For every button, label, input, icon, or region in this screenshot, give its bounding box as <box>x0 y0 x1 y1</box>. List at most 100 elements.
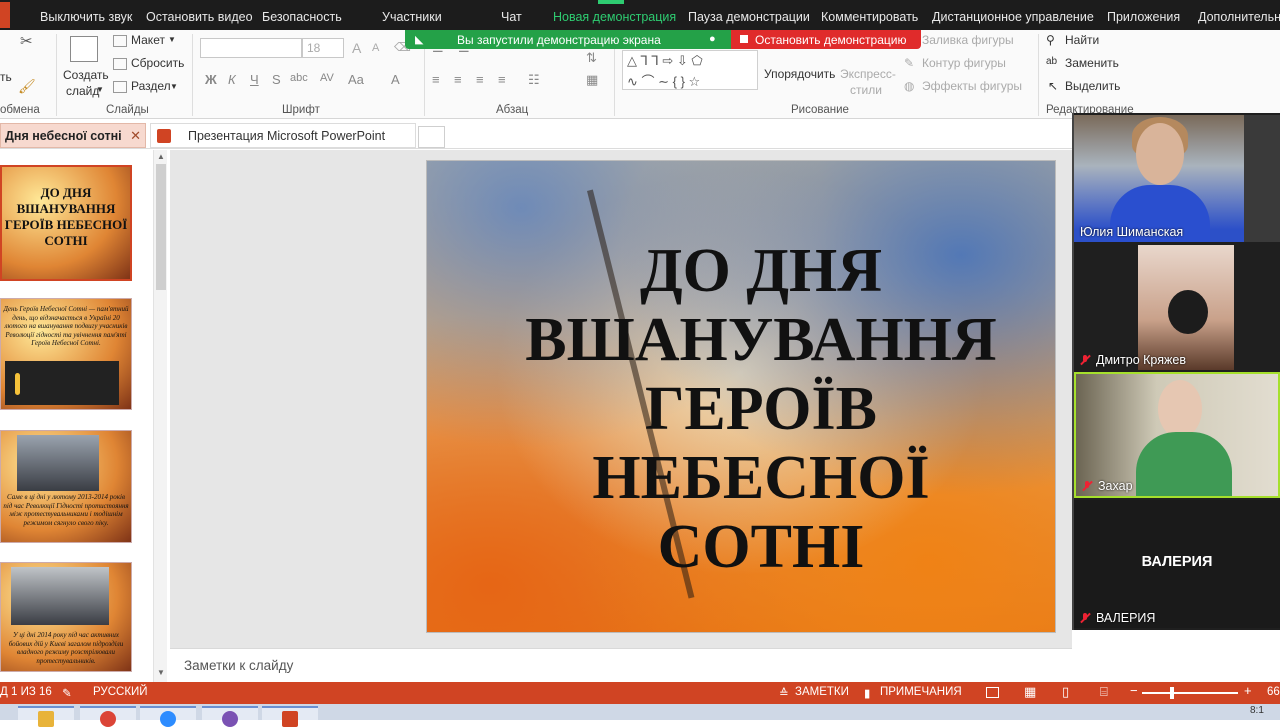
taskbar-chrome[interactable] <box>80 706 136 727</box>
current-slide[interactable]: ДО ДНЯ ВШАНУВАННЯ ГЕРОЇВ НЕБЕСНОЇ СОТНІ <box>426 160 1056 633</box>
arrange-button[interactable]: Упорядочить <box>764 67 835 81</box>
spellcheck-icon[interactable]: ✎ <box>62 686 72 700</box>
notes-pane[interactable]: Заметки к слайду <box>170 648 1072 682</box>
taskbar-viber[interactable] <box>202 706 258 727</box>
shadow-icon[interactable]: S <box>272 72 281 87</box>
quick-styles-button-2[interactable]: стили <box>850 83 882 97</box>
language-indicator[interactable]: РУССКИЙ <box>93 686 148 698</box>
font-color-icon[interactable]: A <box>391 72 400 87</box>
text-direction-icon[interactable]: ⇅ <box>586 50 597 66</box>
slideshow-icon[interactable]: ⌸ <box>1100 684 1108 700</box>
format-painter-icon[interactable]: 🖌 <box>18 78 36 95</box>
security-button[interactable]: Безопасность <box>262 10 342 24</box>
reset-button[interactable]: Сбросить <box>131 56 184 70</box>
remote-control-button[interactable]: Дистанционное управление <box>932 10 1094 24</box>
taskbar-powerpoint[interactable] <box>262 706 318 727</box>
slide-sorter-icon[interactable]: ▦ <box>1024 684 1036 700</box>
grow-font-icon[interactable]: A <box>352 40 361 56</box>
zoom-level[interactable]: 66 <box>1267 686 1280 698</box>
shapes-icon-row2[interactable]: ∿ ⌒ ∼ { } ☆ <box>627 71 700 90</box>
scroll-down-icon[interactable]: ▼ <box>157 668 165 677</box>
bold-icon[interactable]: Ж <box>205 72 217 87</box>
new-slide-icon[interactable] <box>70 36 98 62</box>
spacing-icon[interactable]: AV <box>320 72 334 84</box>
comments-button[interactable]: ПРИМЕЧАНИЯ <box>880 686 962 698</box>
normal-view-icon[interactable] <box>986 687 999 698</box>
shapes-gallery[interactable]: △ ⅂ ⅂ ⇨ ⇩ ⬠ ∿ ⌒ ∼ { } ☆ <box>622 50 758 90</box>
smartart-icon[interactable]: ▦ <box>586 72 598 88</box>
taskbar-explorer[interactable] <box>18 706 74 727</box>
tab-active-document[interactable]: Дня небесної сотні ✕ <box>0 123 146 148</box>
participant-video-4[interactable]: ВАЛЕРИЯ ВАЛЕРИЯ <box>1074 500 1280 628</box>
more-button[interactable]: Дополнительно <box>1198 10 1280 24</box>
zoom-slider[interactable] <box>1142 692 1238 694</box>
cut-icon[interactable]: ✂ <box>20 32 33 50</box>
chevron-down-icon[interactable]: ▼ <box>96 85 104 94</box>
underline-icon[interactable]: Ч <box>250 72 259 87</box>
apps-button[interactable]: Приложения <box>1107 10 1180 24</box>
stop-video-button[interactable]: Остановить видео <box>146 10 253 24</box>
new-tab-button[interactable] <box>418 126 445 148</box>
create-slide-label[interactable]: Создать <box>63 68 109 82</box>
chat-button[interactable]: Чат <box>501 10 522 24</box>
slide-title[interactable]: ДО ДНЯ ВШАНУВАННЯ ГЕРОЇВ НЕБЕСНОЇ СОТНІ <box>467 237 1055 582</box>
find-button[interactable]: Найти <box>1065 33 1099 47</box>
participants-button[interactable]: Участники <box>382 10 442 24</box>
stop-share-button[interactable]: Остановить демонстрацию <box>731 30 921 49</box>
muted-mic-icon <box>1080 355 1090 365</box>
scroll-up-icon[interactable]: ▲ <box>157 152 165 161</box>
notes-button[interactable]: ЗАМЕТКИ <box>795 686 849 698</box>
thumbnail-scrollbar[interactable]: ▲ ▼ <box>153 150 167 682</box>
italic-icon[interactable]: К <box>228 72 236 87</box>
new-share-button[interactable]: Новая демонстрация <box>553 10 676 24</box>
align-left-icon[interactable]: ≡ <box>432 72 440 87</box>
strikethrough-icon[interactable]: abc <box>290 72 308 84</box>
participant-video-3[interactable]: Захар <box>1074 372 1280 498</box>
participant-video-1[interactable]: Юлия Шиманская <box>1074 115 1244 242</box>
shapes-icon[interactable]: △ ⅂ ⅂ ⇨ ⇩ ⬠ <box>627 53 703 69</box>
section-button[interactable]: Раздел <box>131 79 171 93</box>
mute-button[interactable]: Выключить звук <box>40 10 132 24</box>
layout-button[interactable]: Макет <box>131 33 165 47</box>
quick-styles-button[interactable]: Экспресс- <box>840 67 896 81</box>
replace-button[interactable]: Заменить <box>1065 56 1119 70</box>
justify-icon[interactable]: ≡ <box>498 72 506 87</box>
scrollbar-thumb[interactable] <box>156 164 166 290</box>
reading-view-icon[interactable]: ▯ <box>1062 684 1069 700</box>
slide-thumbnail-1[interactable]: ДО ДНЯ ВШАНУВАННЯ ГЕРОЇВ НЕБЕСНОЇ СОТНІ <box>0 165 132 281</box>
zoom-in-icon[interactable]: + <box>1244 683 1252 698</box>
stop-icon <box>740 35 748 43</box>
participant-face <box>1158 380 1202 438</box>
participant-face <box>1168 290 1208 334</box>
participant-name: ВАЛЕРИЯ <box>1096 611 1156 625</box>
annotate-button[interactable]: Комментировать <box>821 10 918 24</box>
binoculars-icon: ⚲ <box>1046 33 1055 47</box>
slide-title-line: ДО ДНЯ <box>639 237 883 305</box>
fill-button[interactable]: Заливка фигуры <box>922 33 1014 47</box>
slide-thumbnail-4[interactable]: У ці дні 2014 року під час активних бойо… <box>0 562 132 672</box>
change-case-icon[interactable]: Aa <box>348 72 364 87</box>
outline-button[interactable]: Контур фигуры <box>922 56 1006 70</box>
columns-icon[interactable]: ☷ <box>528 72 540 88</box>
align-right-icon[interactable]: ≡ <box>476 72 484 87</box>
select-button[interactable]: Выделить <box>1065 79 1120 93</box>
taskbar-zoom[interactable] <box>140 706 196 727</box>
effects-button[interactable]: Эффекты фигуры <box>922 79 1022 93</box>
slide-thumbnail-2[interactable]: День Героїв Небесної Сотні — пам'ятний д… <box>0 298 132 410</box>
create-slide-label-2[interactable]: слайд <box>66 84 99 98</box>
slide-thumbnail-3[interactable]: Саме в ці дні у лютому 2013-2014 років п… <box>0 430 132 543</box>
align-center-icon[interactable]: ≡ <box>454 72 462 87</box>
font-name-combo[interactable] <box>200 38 302 58</box>
close-icon[interactable]: ✕ <box>130 128 141 144</box>
shrink-font-icon[interactable]: A <box>372 42 379 54</box>
zoom-out-icon[interactable]: − <box>1130 683 1138 698</box>
thumbnail-title: ДО ДНЯ ВШАНУВАННЯ ГЕРОЇВ НЕБЕСНОЇ СОТНІ <box>4 185 128 248</box>
tab-presentation[interactable]: Презентация Microsoft PowerPoint <box>150 123 416 148</box>
reset-icon <box>113 58 127 70</box>
zoom-slider-knob[interactable] <box>1170 687 1174 699</box>
paste-label-stub[interactable]: ть <box>0 70 12 84</box>
clock[interactable]: 8:1 <box>1250 705 1264 716</box>
font-size-combo[interactable]: 18 <box>302 38 344 58</box>
shield-icon: ● <box>709 33 716 45</box>
pause-share-button[interactable]: Пауза демонстрации <box>688 10 810 24</box>
